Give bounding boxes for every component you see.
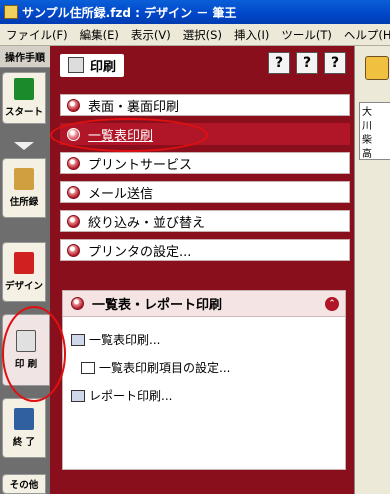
- list-item[interactable]: 高: [360, 145, 390, 160]
- list-item[interactable]: 大: [360, 103, 390, 118]
- menu-insert[interactable]: 挿入(I): [228, 27, 275, 43]
- menu-item-front-back-print[interactable]: 表面・裏面印刷: [60, 94, 350, 116]
- printer-icon: [71, 333, 85, 346]
- menu-item-print-service[interactable]: プリントサービス: [60, 152, 350, 174]
- avatar[interactable]: [365, 56, 389, 80]
- menu-view[interactable]: 表示(V): [125, 27, 177, 43]
- chevron-down-icon: [14, 142, 34, 150]
- help-button[interactable]: ?: [324, 52, 346, 74]
- menu-item-label: プリントサービス: [88, 157, 193, 173]
- list-item[interactable]: 柴: [360, 131, 390, 146]
- panel-title-label: 印刷: [60, 53, 125, 77]
- help-n-button[interactable]: ?: [268, 52, 290, 74]
- subpanel-title: 一覧表・レポート印刷: [92, 298, 223, 313]
- bullet-icon: [67, 214, 80, 228]
- tab-print[interactable]: 印 刷: [2, 314, 50, 386]
- tab-print-label: 印 刷: [14, 359, 38, 370]
- tab-other[interactable]: その他: [2, 474, 46, 494]
- printer-icon: [16, 330, 36, 352]
- sub-item-list-print-settings[interactable]: 一覧表印刷項目の設定...: [81, 359, 230, 376]
- menu-item-label: 絞り込み・並び替え: [88, 215, 206, 231]
- pencil-icon: [14, 252, 34, 274]
- menu-item-list-print[interactable]: 一覧表印刷: [60, 123, 350, 145]
- help-pointer-button[interactable]: ?: [296, 52, 318, 74]
- menu-bar: ファイル(F) 編集(E) 表示(V) 選択(S) 挿入(I) ツール(T) ヘ…: [0, 24, 390, 46]
- tab-address-book[interactable]: 住所録: [2, 158, 46, 218]
- app-icon: [4, 5, 18, 19]
- tab-start[interactable]: スタート: [2, 72, 46, 124]
- list-item[interactable]: 川: [360, 117, 390, 132]
- address-list: 大 川 柴 高: [359, 102, 390, 160]
- sub-item-label: 一覧表印刷項目の設定...: [99, 361, 231, 375]
- steps-header: 操作手順: [0, 46, 50, 68]
- tab-address-book-label: 住所録: [9, 197, 39, 208]
- tab-design-label: デザイン: [4, 281, 43, 292]
- bullet-icon: [67, 243, 80, 257]
- menu-item-filter-sort[interactable]: 絞り込み・並び替え: [60, 210, 350, 232]
- window-title: サンプル住所録.fzd : デザイン － 筆王: [22, 5, 237, 20]
- menu-item-label: メール送信: [88, 186, 154, 202]
- document-icon: [81, 361, 95, 374]
- bullet-icon: [67, 185, 80, 199]
- sub-item-list-print[interactable]: 一覧表印刷...: [71, 331, 160, 348]
- sub-item-label: 一覧表印刷...: [89, 333, 161, 347]
- panel-title: 印刷: [90, 59, 117, 75]
- subpanel-header: 一覧表・レポート印刷: [63, 291, 345, 317]
- sub-item-label: レポート印刷...: [89, 389, 173, 403]
- door-icon: [14, 408, 34, 430]
- printer-icon: [68, 57, 84, 73]
- menu-item-label: プリンタの設定...: [88, 244, 192, 260]
- print-panel: 印刷 ? ? ? 表面・裏面印刷 一覧表印刷 プリントサービス メール送信 絞り…: [50, 46, 354, 494]
- menu-item-label: 表面・裏面印刷: [88, 99, 180, 115]
- address-list-pane: 大 川 柴 高: [354, 46, 390, 494]
- menu-item-printer-settings[interactable]: プリンタの設定...: [60, 239, 350, 261]
- title-bar: サンプル住所録.fzd : デザイン － 筆王: [0, 0, 390, 24]
- address-book-icon: [14, 168, 34, 190]
- tab-start-label: スタート: [4, 107, 43, 118]
- menu-file[interactable]: ファイル(F): [0, 27, 74, 43]
- tab-exit[interactable]: 終 了: [2, 398, 46, 458]
- tab-other-label: その他: [9, 480, 39, 491]
- menu-select[interactable]: 選択(S): [177, 27, 228, 43]
- bullet-icon: [71, 297, 84, 310]
- tab-design[interactable]: デザイン: [2, 242, 46, 302]
- menu-edit[interactable]: 編集(E): [74, 27, 125, 43]
- collapse-icon[interactable]: ⌃: [325, 297, 339, 311]
- menu-tools[interactable]: ツール(T): [275, 27, 338, 43]
- bullet-icon: [67, 156, 80, 170]
- menu-item-send-mail[interactable]: メール送信: [60, 181, 350, 203]
- sub-item-report-print[interactable]: レポート印刷...: [71, 387, 172, 404]
- start-icon: [14, 78, 34, 100]
- steps-sidebar: 操作手順 スタート 住所録 デザイン 印 刷 終 了 その他: [0, 46, 50, 494]
- printer-icon: [71, 389, 85, 402]
- menu-help[interactable]: ヘルプ(H): [338, 27, 390, 43]
- bullet-icon: [67, 98, 80, 112]
- tab-exit-label: 終 了: [12, 437, 36, 448]
- bullet-icon: [67, 127, 80, 141]
- list-report-subpanel: 一覧表・レポート印刷 ⌃ 一覧表印刷... 一覧表印刷項目の設定... レポート…: [62, 290, 346, 470]
- menu-item-label: 一覧表印刷: [88, 128, 154, 144]
